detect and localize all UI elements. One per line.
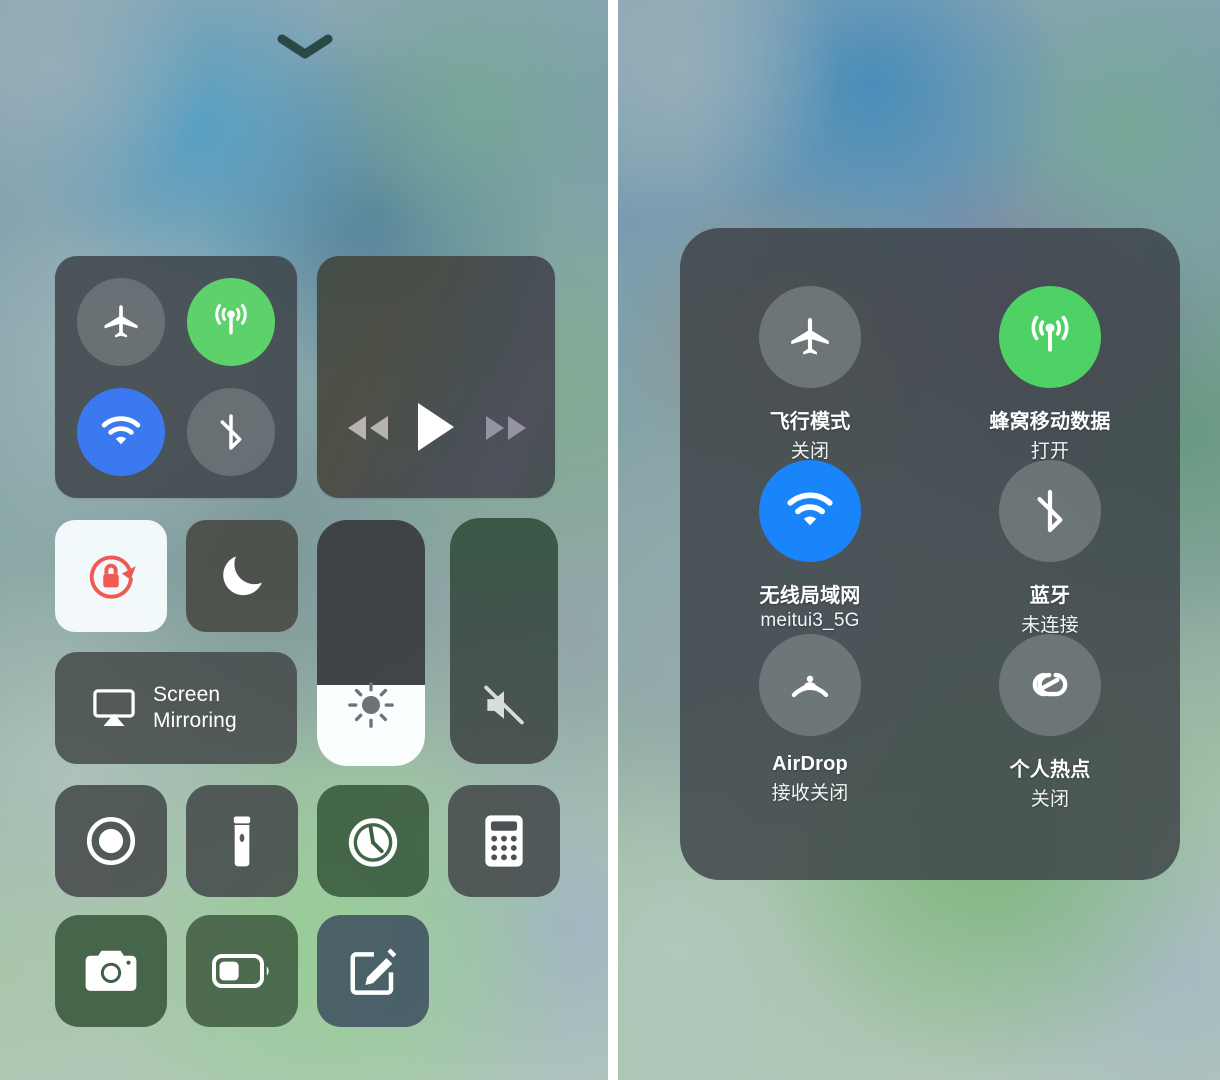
cellular-data-toggle[interactable] bbox=[187, 278, 275, 366]
play-icon bbox=[418, 403, 454, 451]
volume-mute-icon bbox=[450, 680, 558, 730]
screen-mirroring-tile[interactable]: Screen Mirroring bbox=[55, 652, 297, 764]
airdrop-toggle[interactable] bbox=[759, 634, 861, 736]
fast-forward-button[interactable] bbox=[475, 408, 537, 448]
notes-pencil-icon bbox=[350, 948, 397, 995]
expanded-subtitle: 未连接 bbox=[1021, 615, 1079, 636]
airdrop-icon bbox=[791, 675, 829, 698]
control-center-compact-screen: Screen Mirroring bbox=[0, 0, 608, 1080]
control-center-expanded-screen: 飞行模式 关闭 蜂窝移动数据 打开 无线局域网 meitui3_5G 蓝牙 未连… bbox=[618, 0, 1220, 1080]
wifi-toggle[interactable] bbox=[759, 460, 861, 562]
airplane-mode-toggle[interactable] bbox=[77, 278, 165, 366]
expanded-item-wifi[interactable]: 无线局域网 meitui3_5G bbox=[710, 460, 910, 632]
panel-divider bbox=[608, 0, 618, 1080]
shortcut-flashlight[interactable] bbox=[186, 785, 298, 897]
expanded-subtitle: 关闭 bbox=[1030, 789, 1070, 810]
expanded-title: 无线局域网 bbox=[759, 585, 861, 607]
expanded-subtitle: meitui3_5G bbox=[760, 610, 860, 631]
play-button[interactable] bbox=[405, 396, 467, 458]
cellular-icon bbox=[1031, 315, 1069, 352]
cellular-data-toggle[interactable] bbox=[999, 286, 1101, 388]
brightness-slider[interactable] bbox=[317, 520, 425, 766]
media-playback-module[interactable] bbox=[317, 256, 555, 498]
expanded-item-cellular-data[interactable]: 蜂窝移动数据 打开 bbox=[950, 286, 1150, 463]
record-icon bbox=[86, 816, 136, 866]
expanded-subtitle: 关闭 bbox=[790, 441, 830, 462]
battery-icon bbox=[212, 954, 269, 988]
connectivity-expanded-module: 飞行模式 关闭 蜂窝移动数据 打开 无线局域网 meitui3_5G 蓝牙 未连… bbox=[680, 228, 1180, 880]
shortcut-low-power-mode[interactable] bbox=[186, 915, 298, 1027]
screen-mirroring-label-line2: Mirroring bbox=[153, 709, 237, 732]
fast-forward-icon bbox=[486, 416, 526, 440]
bluetooth-toggle[interactable] bbox=[187, 388, 275, 476]
expanded-item-airdrop[interactable]: AirDrop 接收关闭 bbox=[710, 634, 910, 805]
hotspot-icon bbox=[1032, 672, 1068, 697]
bluetooth-icon bbox=[1037, 489, 1063, 533]
expanded-title: 蓝牙 bbox=[1029, 585, 1071, 607]
personal-hotspot-toggle[interactable] bbox=[999, 634, 1101, 736]
airplane-icon bbox=[104, 305, 138, 338]
chevron-down-icon[interactable] bbox=[277, 34, 333, 60]
cellular-icon bbox=[215, 303, 247, 335]
moon-icon bbox=[223, 556, 262, 596]
expanded-item-bluetooth[interactable]: 蓝牙 未连接 bbox=[950, 460, 1150, 637]
screen-mirroring-label-line1: Screen bbox=[153, 683, 221, 706]
shortcut-notes[interactable] bbox=[317, 915, 429, 1027]
volume-slider[interactable] bbox=[450, 518, 558, 764]
shortcut-calculator[interactable] bbox=[448, 785, 560, 897]
rotation-lock-icon bbox=[89, 555, 136, 599]
expanded-subtitle: 打开 bbox=[1030, 441, 1070, 462]
timer-icon bbox=[348, 818, 398, 867]
shortcut-timer[interactable] bbox=[317, 785, 429, 897]
airplane-icon bbox=[791, 317, 829, 355]
rewind-button[interactable] bbox=[337, 408, 399, 448]
brightness-icon bbox=[317, 678, 425, 732]
expanded-title: 蜂窝移动数据 bbox=[989, 411, 1111, 433]
expanded-item-personal-hotspot[interactable]: 个人热点 关闭 bbox=[950, 634, 1150, 811]
rotation-lock-tile[interactable] bbox=[55, 520, 167, 632]
calculator-icon bbox=[485, 815, 523, 867]
do-not-disturb-tile[interactable] bbox=[186, 520, 298, 632]
expanded-title: AirDrop bbox=[772, 753, 848, 775]
expanded-item-airplane-mode[interactable]: 飞行模式 关闭 bbox=[710, 286, 910, 463]
bluetooth-icon bbox=[220, 414, 242, 450]
control-center-comparison: Screen Mirroring 飞行模式 关闭 蜂窝移动数据 打开 无线局域网… bbox=[0, 0, 1220, 1080]
screen-mirroring-icon bbox=[93, 689, 135, 726]
flashlight-icon bbox=[233, 816, 251, 867]
expanded-subtitle: 接收关闭 bbox=[771, 783, 849, 804]
shortcut-camera[interactable] bbox=[55, 915, 167, 1027]
airplane-mode-toggle[interactable] bbox=[759, 286, 861, 388]
camera-icon bbox=[85, 950, 137, 991]
wifi-toggle[interactable] bbox=[77, 388, 165, 476]
connectivity-module[interactable] bbox=[55, 256, 297, 498]
expanded-title: 飞行模式 bbox=[769, 411, 851, 433]
rewind-icon bbox=[348, 416, 388, 440]
bluetooth-toggle[interactable] bbox=[999, 460, 1101, 562]
shortcut-screen-record[interactable] bbox=[55, 785, 167, 897]
wifi-icon bbox=[101, 416, 141, 445]
expanded-title: 个人热点 bbox=[1009, 759, 1091, 781]
wifi-icon bbox=[787, 492, 833, 526]
